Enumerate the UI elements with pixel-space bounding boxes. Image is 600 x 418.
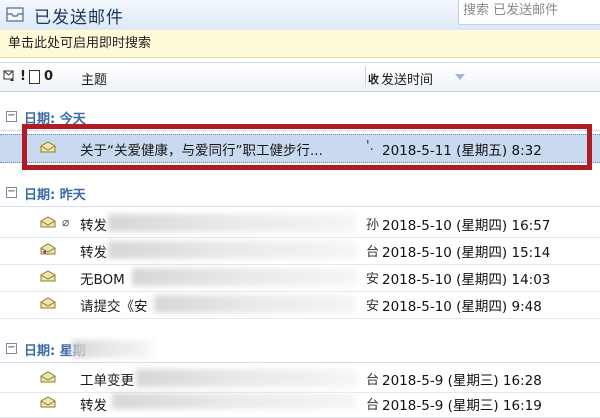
mail-recipient: 台 xyxy=(366,373,380,388)
redacted-blur xyxy=(136,369,356,387)
sent-time-column[interactable]: 发送时间 xyxy=(381,69,433,88)
envelope-read-icon xyxy=(40,396,56,408)
redacted-blur xyxy=(132,268,356,286)
redacted-blur xyxy=(108,241,356,259)
column-divider xyxy=(365,66,366,86)
redacted-blur xyxy=(72,340,152,358)
mail-sent-time: 2018-5-10 (星期四) 15:14 xyxy=(382,245,551,261)
collapse-icon[interactable]: − xyxy=(6,187,17,198)
folder-title-bar: 已发送邮件 搜索 已发送邮件 xyxy=(0,0,600,31)
envelope-read-icon xyxy=(40,270,56,282)
envelope-forward-icon xyxy=(40,243,56,255)
envelope-read-icon xyxy=(40,297,56,309)
enable-instant-search-bar[interactable]: 单击此处可启用即时搜索 xyxy=(0,30,600,58)
mail-recipient: 孙 xyxy=(366,218,380,233)
mail-recipient: 安 xyxy=(366,272,380,287)
highlight-box xyxy=(22,124,592,170)
redacted-blur xyxy=(154,295,356,313)
mail-recipient: 安 xyxy=(366,299,380,314)
envelope-read-icon xyxy=(40,216,56,228)
mail-recipient: 台 xyxy=(366,245,380,260)
flag-column[interactable]: ! xyxy=(20,69,26,84)
mail-sent-time: 2018-5-10 (星期四) 9:48 xyxy=(382,299,542,315)
collapse-icon[interactable]: − xyxy=(6,343,17,354)
sort-descending-icon[interactable] xyxy=(455,74,465,80)
mail-sent-time: 2018-5-10 (星期四) 16:57 xyxy=(382,218,551,234)
document-column-icon[interactable] xyxy=(29,70,40,84)
mail-sent-time: 2018-5-10 (星期四) 14:03 xyxy=(382,272,551,288)
search-input[interactable]: 搜索 已发送邮件 xyxy=(458,0,600,25)
group-yesterday[interactable]: − 日期: 昨天 xyxy=(0,180,600,207)
mail-sent-time: 2018-5-9 (星期三) 16:19 xyxy=(382,398,542,414)
redacted-blur xyxy=(112,393,356,409)
sent-folder-icon xyxy=(6,7,24,22)
envelope-read-icon xyxy=(40,371,56,383)
paperclip-icon: ⌀ xyxy=(62,215,70,229)
subject-column[interactable]: 主题 xyxy=(81,69,107,88)
recipient-column[interactable]: 收 xyxy=(368,71,379,87)
column-header: ! 0 主题 收 发送时间 xyxy=(0,62,600,92)
importance-column-icon[interactable] xyxy=(3,69,15,83)
mail-sent-time: 2018-5-9 (星期三) 16:28 xyxy=(382,373,542,389)
group-label: 日期: 昨天 xyxy=(24,188,86,203)
redacted-blur xyxy=(108,214,356,232)
mail-recipient: 台 xyxy=(366,398,380,413)
collapse-icon[interactable]: − xyxy=(6,111,17,122)
attachment-column[interactable]: 0 xyxy=(44,69,53,84)
folder-title: 已发送邮件 xyxy=(34,8,124,28)
